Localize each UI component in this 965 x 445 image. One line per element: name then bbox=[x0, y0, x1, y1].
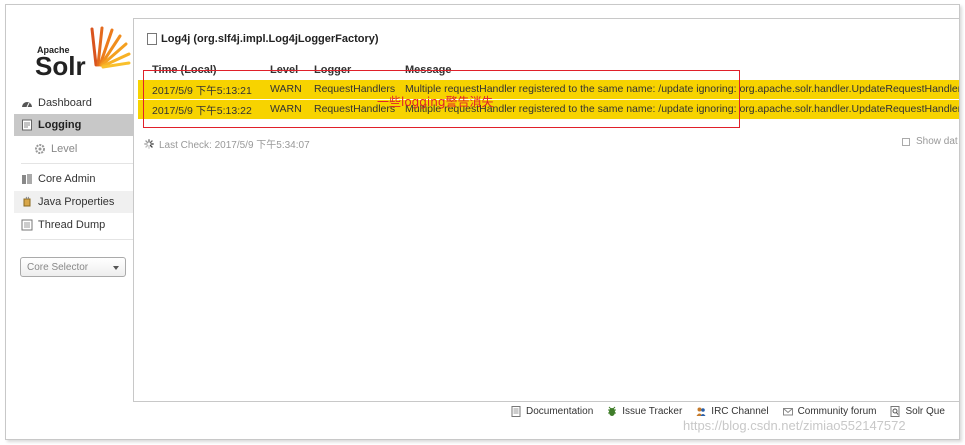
sidebar-item-label: Level bbox=[51, 143, 78, 155]
footer-link-irc-channel[interactable]: IRC Channel bbox=[696, 405, 769, 417]
page-title-text: Log4j (org.slf4j.impl.Log4jLoggerFactory… bbox=[161, 33, 379, 45]
footer-link-label: IRC Channel bbox=[711, 405, 769, 417]
show-data-toggle[interactable]: Show dat bbox=[902, 136, 958, 147]
sidebar-item-label: Logging bbox=[38, 119, 82, 131]
footer-link-label: Community forum bbox=[797, 405, 877, 417]
sidebar-item-level[interactable]: Level bbox=[14, 138, 138, 160]
footer-links: Documentation Issue Tracker IRC Channel … bbox=[511, 403, 959, 419]
show-data-label: Show dat bbox=[916, 136, 958, 147]
document-icon bbox=[511, 405, 521, 417]
users-icon bbox=[696, 407, 706, 416]
sidebar-item-dashboard[interactable]: Dashboard bbox=[14, 92, 138, 114]
sidebar-item-label: Dashboard bbox=[38, 97, 92, 109]
mail-icon bbox=[782, 407, 793, 415]
footer-link-label: Issue Tracker bbox=[622, 405, 683, 417]
app-window: Apache Solr Dashboard Logging Level Core… bbox=[5, 4, 960, 440]
logo-solr-text: Solr bbox=[35, 51, 86, 81]
footer-link-documentation[interactable]: Documentation bbox=[511, 405, 594, 417]
sidebar-item-logging[interactable]: Logging bbox=[14, 114, 138, 136]
core-admin-icon bbox=[22, 174, 32, 184]
footer-link-label: Documentation bbox=[526, 405, 594, 417]
sidebar: Apache Solr Dashboard Logging Level Core… bbox=[14, 15, 138, 305]
spinner-icon bbox=[144, 138, 154, 149]
bug-icon bbox=[608, 406, 617, 416]
sidebar-item-java-properties[interactable]: Java Properties bbox=[14, 191, 138, 213]
query-syntax-icon bbox=[890, 405, 900, 417]
sidebar-divider bbox=[21, 163, 138, 164]
document-icon bbox=[147, 33, 157, 45]
main-content: Log4j (org.slf4j.impl.Log4jLoggerFactory… bbox=[133, 18, 959, 402]
thread-dump-icon bbox=[21, 219, 33, 231]
sidebar-divider bbox=[21, 239, 138, 240]
chevron-down-icon bbox=[113, 266, 119, 270]
sidebar-item-label: Thread Dump bbox=[38, 219, 106, 231]
footer-link-issue-tracker[interactable]: Issue Tracker bbox=[607, 406, 682, 417]
solr-sun-icon bbox=[90, 26, 131, 69]
footer-link-label: Solr Que bbox=[905, 405, 945, 417]
watermark-text: https://blog.csdn.net/zimiao552147572 bbox=[683, 418, 906, 433]
core-selector-label: Core Selector bbox=[27, 261, 89, 273]
last-check-text: Last Check: 2017/5/9 下午5:34:07 bbox=[159, 140, 310, 151]
logging-icon bbox=[22, 119, 32, 131]
dashboard-icon bbox=[22, 102, 32, 108]
gear-icon bbox=[35, 144, 45, 154]
sidebar-item-core-admin[interactable]: Core Admin bbox=[14, 168, 138, 190]
core-selector-dropdown[interactable]: Core Selector bbox=[20, 257, 126, 277]
solr-logo[interactable]: Apache Solr bbox=[26, 25, 134, 81]
footer-link-solr-query-syntax[interactable]: Solr Que bbox=[890, 405, 945, 417]
annotation-text: 一些logging警告消失 bbox=[377, 95, 494, 109]
sidebar-item-label: Core Admin bbox=[38, 173, 96, 185]
last-check-status: Last Check: 2017/5/9 下午5:34:07 bbox=[144, 136, 310, 151]
java-icon bbox=[23, 196, 31, 207]
sidebar-item-thread-dump[interactable]: Thread Dump bbox=[14, 214, 138, 236]
footer-link-community-forum[interactable]: Community forum bbox=[782, 405, 877, 417]
page-title: Log4j (org.slf4j.impl.Log4jLoggerFactory… bbox=[147, 33, 379, 45]
checkbox-icon[interactable] bbox=[902, 137, 910, 146]
sidebar-item-label: Java Properties bbox=[38, 196, 115, 208]
